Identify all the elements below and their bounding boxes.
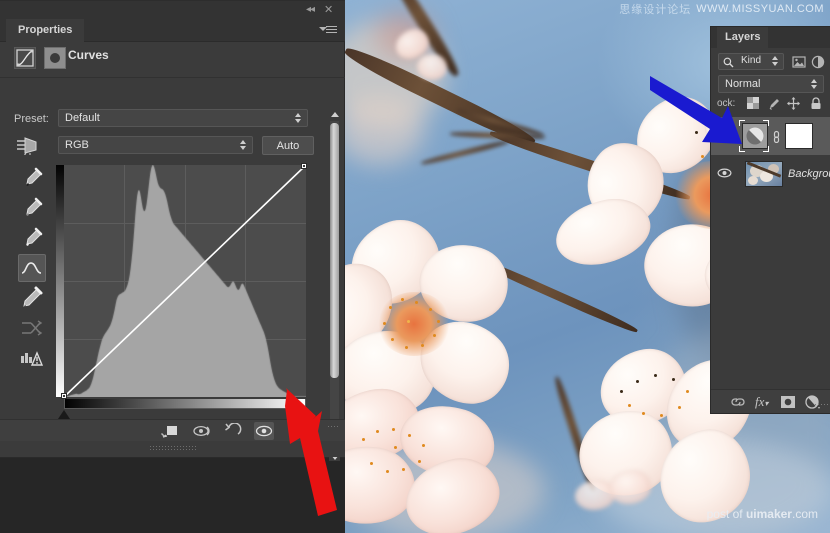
curves-adjustment-icon (14, 47, 36, 69)
link-layers-icon[interactable] (729, 394, 747, 410)
watermark-suffix: .com (791, 507, 818, 521)
lock-all-icon[interactable] (810, 97, 824, 111)
blend-mode-value: Normal (725, 78, 761, 90)
filter-kind-value: Kind (741, 55, 762, 66)
chevron-updown-icon (772, 56, 779, 68)
close-icon[interactable]: ✕ (324, 4, 333, 16)
channel-value: RGB (65, 139, 89, 151)
layers-panel: Layers Kind Normal ock: Backgro fx▾ (710, 26, 830, 414)
on-image-adjust-icon[interactable] (14, 135, 40, 157)
reset-adjustment-icon[interactable] (223, 422, 243, 439)
eye-icon[interactable] (717, 167, 732, 179)
auto-button[interactable]: Auto (262, 136, 314, 155)
curve-line[interactable] (64, 165, 306, 397)
chevron-updown-icon (295, 113, 302, 125)
layer-name[interactable]: Backgroun (788, 168, 830, 180)
blossom-bottom-left (345, 383, 525, 533)
footer-grip-icon (320, 423, 340, 439)
black-point-slider[interactable] (58, 410, 70, 419)
header-divider (0, 77, 345, 78)
watermark-brand: uimaker (745, 507, 792, 521)
watermark-en-text: WWW.MISSYUAN.COM (696, 3, 824, 15)
layers-resize-grip[interactable] (815, 403, 829, 411)
channel-select[interactable]: RGB (58, 136, 253, 154)
watermark-bottom: post of uimaker.com (707, 507, 818, 521)
smooth-curve-icon[interactable] (18, 314, 46, 342)
watermark-prefix: post of (706, 507, 746, 521)
blend-mode-row: Normal (711, 73, 830, 95)
adjustment-filter-icon[interactable] (811, 55, 825, 69)
background-photo-thumbnail[interactable] (745, 161, 783, 187)
workspace-background (0, 458, 138, 533)
preset-value: Default (65, 112, 100, 124)
layers-footer: fx▾ (711, 389, 830, 413)
buds-top (391, 25, 465, 100)
curve-point-tool-icon[interactable] (18, 254, 46, 282)
properties-scrollbar[interactable] (329, 111, 340, 461)
clip-to-layer-icon[interactable] (160, 423, 180, 439)
panel-menu-icon[interactable] (319, 24, 337, 36)
table-row[interactable]: Backgroun (711, 155, 830, 193)
pixel-filter-icon[interactable] (792, 55, 806, 69)
white-point-eyedropper-icon[interactable] (18, 224, 46, 252)
layer-filter-row: Kind (711, 50, 830, 72)
lock-image-pixels-icon[interactable] (767, 97, 781, 111)
search-icon (723, 57, 734, 68)
lock-transparency-icon[interactable] (747, 97, 761, 111)
chevron-updown-icon (240, 140, 247, 152)
clipping-warning-icon[interactable] (18, 346, 46, 374)
curves-graph[interactable] (56, 163, 308, 419)
view-previous-state-icon[interactable] (192, 423, 212, 439)
add-layer-mask-icon[interactable] (779, 394, 797, 410)
gray-point-eyedropper-icon[interactable] (18, 194, 46, 222)
link-mask-icon[interactable] (772, 130, 781, 144)
curves-tool-strip (18, 164, 48, 376)
lock-row: ock: (711, 95, 830, 115)
adjustment-header: Curves (0, 43, 345, 75)
grip-dots-icon (149, 446, 196, 451)
layer-style-fx-icon[interactable]: fx▾ (755, 394, 773, 410)
photoshop-window: 思缘设计论坛 WWW.MISSYUAN.COM post of uimaker.… (0, 0, 830, 533)
scrollbar-thumb[interactable] (330, 123, 339, 378)
tab-layers[interactable]: Layers (717, 27, 769, 48)
white-point-slider[interactable] (296, 410, 308, 419)
eye-icon[interactable] (717, 129, 732, 141)
properties-tabrow: Properties (0, 19, 345, 42)
lock-label: ock: (717, 98, 736, 109)
toggle-layer-visibility-icon[interactable] (254, 422, 274, 440)
properties-panel: ◂◂ ✕ Properties Curves Preset: Default R… (0, 1, 345, 461)
layers-tabrow: Layers (711, 27, 830, 48)
watermark-cn-text: 思缘设计论坛 (619, 4, 692, 16)
blend-mode-select[interactable]: Normal (718, 75, 824, 93)
page-title: Curves (68, 48, 109, 62)
filter-kind-select[interactable]: Kind (718, 53, 784, 70)
preset-select[interactable]: Default (58, 109, 308, 127)
tab-properties[interactable]: Properties (6, 19, 85, 42)
white-layer-mask[interactable] (785, 123, 813, 149)
lock-position-icon[interactable] (787, 97, 801, 111)
delete-adjustment-layer-icon[interactable] (290, 423, 310, 439)
table-row[interactable] (711, 117, 830, 155)
properties-footer (0, 419, 345, 441)
chevron-updown-icon (811, 79, 818, 91)
black-point-eyedropper-icon[interactable] (18, 164, 46, 192)
watermark-top: 思缘设计论坛 WWW.MISSYUAN.COM (619, 2, 824, 16)
buds-bottom (575, 470, 665, 530)
layer-mask-icon (44, 47, 66, 69)
preset-label: Preset: (14, 113, 49, 125)
double-left-chevron-icon[interactable]: ◂◂ (306, 4, 315, 16)
curve-white-point[interactable] (301, 163, 307, 169)
scroll-up-arrow-icon[interactable] (331, 112, 339, 117)
pencil-draw-curve-icon[interactable] (18, 284, 46, 312)
properties-titlebar: ◂◂ ✕ (0, 1, 345, 19)
output-gradient-bar (56, 165, 64, 397)
properties-resize-grip[interactable] (0, 441, 345, 457)
input-gradient-bar (64, 399, 306, 409)
